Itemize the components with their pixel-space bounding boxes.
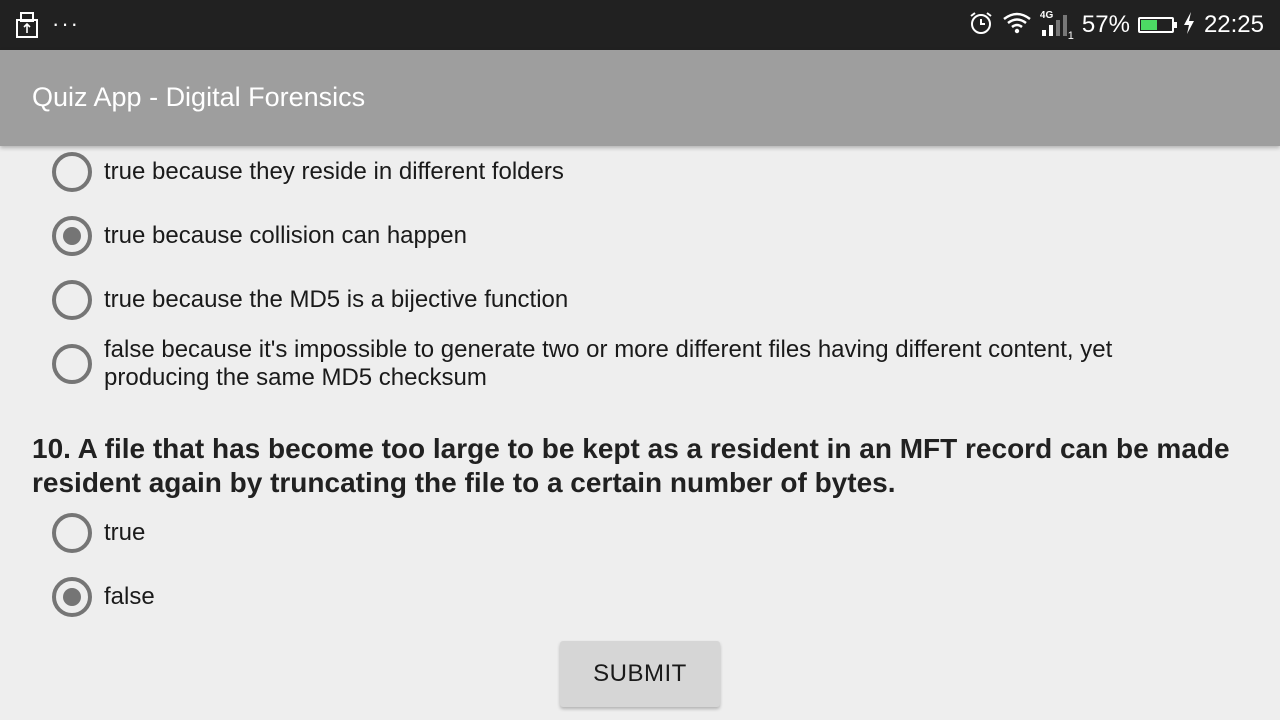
more-notifications-icon: ··· bbox=[52, 10, 80, 36]
clock: 22:25 bbox=[1203, 11, 1264, 38]
q9-option-3[interactable]: true because the MD5 is a bijective func… bbox=[52, 280, 568, 320]
radio-button[interactable] bbox=[52, 513, 92, 553]
radio-button-checked[interactable] bbox=[52, 577, 92, 617]
radio-button[interactable] bbox=[52, 152, 92, 192]
option-label: false because it's impossible to generat… bbox=[104, 336, 1113, 391]
battery-icon bbox=[1137, 17, 1177, 33]
q9-option-4[interactable]: false because it's impossible to generat… bbox=[52, 336, 1192, 392]
cellular-signal-icon: 4G 1 bbox=[1040, 10, 1074, 42]
charging-icon bbox=[1182, 11, 1196, 40]
q10-option-true[interactable]: true bbox=[52, 513, 145, 553]
option-label: true because the MD5 is a bijective func… bbox=[104, 286, 569, 313]
q9-option-2[interactable]: true because collision can happen bbox=[52, 216, 467, 256]
q10-option-false[interactable]: false bbox=[52, 577, 155, 617]
radio-button[interactable] bbox=[52, 280, 92, 320]
app-title: Quiz App - Digital Forensics bbox=[32, 82, 366, 112]
battery-percent: 57% bbox=[1081, 11, 1130, 38]
sim-slot-label: 1 bbox=[1067, 30, 1074, 42]
option-label: true because collision can happen bbox=[104, 222, 467, 249]
alarm-icon bbox=[968, 10, 994, 41]
quiz-content: true because they reside in different fo… bbox=[0, 146, 1280, 720]
option-label: false bbox=[104, 583, 155, 610]
status-bar: ··· 4G 1 57% 22:25 bbox=[0, 0, 1280, 50]
option-label: true because they reside in different fo… bbox=[104, 158, 564, 185]
question-10-text: 10. A file that has become too large to … bbox=[32, 433, 1230, 498]
submit-button[interactable]: SUBMIT bbox=[560, 641, 720, 707]
q9-option-1[interactable]: true because they reside in different fo… bbox=[52, 152, 564, 192]
battery-level-fill bbox=[1140, 20, 1158, 30]
radio-button[interactable] bbox=[52, 344, 92, 384]
option-label: true bbox=[104, 519, 146, 546]
usb-icon bbox=[16, 12, 38, 43]
app-bar: Quiz App - Digital Forensics bbox=[0, 50, 1280, 146]
radio-button-checked[interactable] bbox=[52, 216, 92, 256]
wifi-icon bbox=[1002, 11, 1032, 40]
